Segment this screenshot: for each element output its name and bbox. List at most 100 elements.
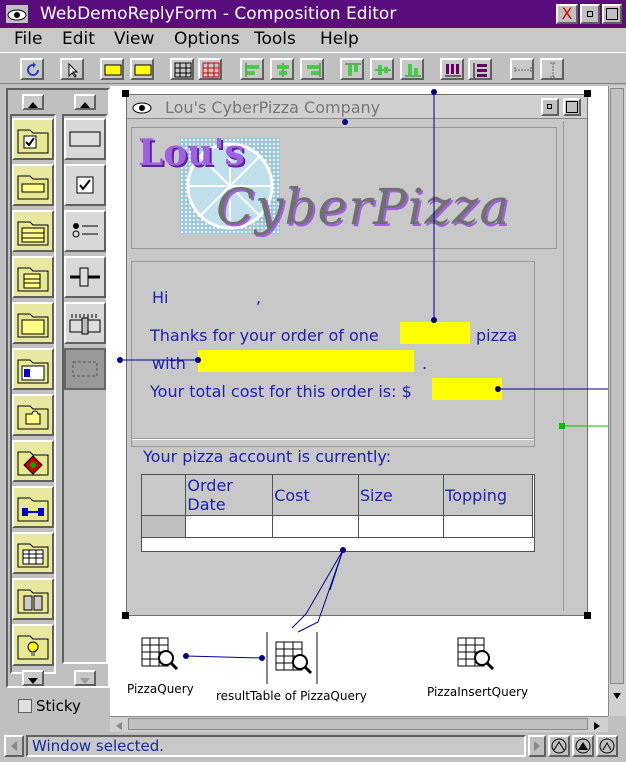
sticky-checkbox[interactable] <box>18 699 32 713</box>
header-order-date[interactable]: Order Date <box>185 475 274 516</box>
order-panel[interactable]: Hi , Thanks for your order of one pizza … <box>131 261 535 447</box>
canvas-hscroll[interactable] <box>110 716 608 732</box>
pizza-insert-query-label: PizzaInsertQuery <box>427 685 529 699</box>
category-table-icon[interactable] <box>12 348 54 390</box>
vscroll-thumb[interactable] <box>610 88 624 684</box>
part-pushbutton-icon[interactable] <box>64 118 106 160</box>
category-frame-icon[interactable] <box>12 302 54 344</box>
period-label: . <box>422 354 428 373</box>
logo-panel[interactable]: Lou's CyberPizza <box>131 127 557 249</box>
menu-edit[interactable]: Edit <box>62 29 95 49</box>
selection-handle[interactable] <box>584 612 591 619</box>
status-prev-icon[interactable] <box>4 735 24 757</box>
category-connection-icon[interactable] <box>12 486 54 528</box>
selection-handle[interactable] <box>122 612 129 619</box>
pizza-size-field[interactable] <box>400 322 470 344</box>
canvas-vscroll[interactable] <box>608 86 626 716</box>
align-left-icon[interactable] <box>240 58 264 80</box>
align-top-icon[interactable] <box>340 58 364 80</box>
header-size[interactable]: Size <box>357 475 445 516</box>
form-minimize-icon[interactable] <box>541 98 559 116</box>
refresh-icon[interactable] <box>20 58 44 80</box>
pointer-icon[interactable] <box>60 58 84 80</box>
part-checkbox-icon[interactable] <box>64 164 106 206</box>
minimize-icon[interactable] <box>580 4 600 24</box>
table-corner-cell <box>142 475 187 516</box>
logo-lous-text: Lou's <box>138 132 245 174</box>
same-width-icon[interactable] <box>510 58 534 80</box>
window-title: WebDemoReplyForm - Composition Editor <box>40 4 397 24</box>
menu-options[interactable]: Options <box>174 29 240 49</box>
total-cost-field[interactable] <box>432 378 502 400</box>
tear-right-icon[interactable] <box>130 58 154 80</box>
account-label: Your pizza account is currently: <box>143 447 392 466</box>
toolbar <box>0 52 626 84</box>
pizza-label: pizza <box>476 326 518 345</box>
category-entry-icon[interactable] <box>12 164 54 206</box>
align-bottom-icon[interactable] <box>400 58 424 80</box>
part-scale-icon[interactable] <box>64 302 106 344</box>
menu-bar: File Edit View Options Tools Help <box>0 28 626 52</box>
status-text: Window selected. <box>32 737 164 755</box>
palette-scroll-down-right-icon[interactable] <box>74 670 96 686</box>
form-titlebar: Lou's CyberPizza Company <box>127 95 587 119</box>
form-eye-icon <box>131 98 153 120</box>
distribute-horizontal-icon[interactable] <box>440 58 464 80</box>
maximize-icon[interactable] <box>602 4 622 24</box>
close-icon[interactable]: X <box>556 4 578 24</box>
menu-tools[interactable]: Tools <box>254 29 296 49</box>
palette-scroll-up-icon[interactable] <box>22 94 44 110</box>
form-maximize-icon[interactable] <box>563 98 581 116</box>
status-text-field: Window selected. <box>26 735 526 757</box>
hscroll-thumb[interactable] <box>128 718 588 730</box>
category-listbox-icon[interactable] <box>12 256 54 298</box>
selection-handle[interactable] <box>122 90 129 97</box>
name-comma-label: , <box>256 288 262 307</box>
scroll-down-icon[interactable] <box>610 688 624 704</box>
pizza-insert-query-icon[interactable] <box>456 636 496 676</box>
thanks-label: Thanks for your order of one <box>150 326 379 345</box>
category-graphics-icon[interactable] <box>12 440 54 482</box>
logo-cyberpizza-text: CyberPizza <box>216 178 511 236</box>
toppings-field[interactable] <box>198 350 414 372</box>
form-window[interactable]: Lou's CyberPizza Company Lou's CyberPizz… <box>126 94 588 616</box>
part-slider-icon[interactable] <box>64 256 106 298</box>
tear-left-icon[interactable] <box>100 58 124 80</box>
same-height-icon[interactable] <box>540 58 564 80</box>
align-right-icon[interactable] <box>300 58 324 80</box>
status-tool-3-icon[interactable] <box>596 735 618 757</box>
table-hscroll[interactable] <box>142 537 534 551</box>
distribute-vertical-icon[interactable] <box>468 58 492 80</box>
menu-help[interactable]: Help <box>320 29 359 49</box>
category-puzzle-icon[interactable] <box>12 394 54 436</box>
form-right-gutter <box>563 121 583 611</box>
category-form-icon[interactable] <box>12 118 54 160</box>
header-topping[interactable]: Topping <box>443 475 533 516</box>
app-eye-icon[interactable] <box>6 5 28 23</box>
part-radiobutton-icon[interactable] <box>64 210 106 252</box>
palette-scroll-down-icon[interactable] <box>22 670 44 686</box>
result-table-icon[interactable] <box>266 632 318 684</box>
pizza-query-icon[interactable] <box>140 636 180 676</box>
header-cost[interactable]: Cost <box>272 475 359 516</box>
selection-handle[interactable] <box>584 90 591 97</box>
menu-file[interactable]: File <box>14 29 42 49</box>
category-lightbulb-icon[interactable] <box>12 624 54 666</box>
status-tool-1-icon[interactable] <box>548 735 570 757</box>
hi-label: Hi <box>152 288 169 307</box>
status-bar: Window selected. <box>0 732 626 762</box>
align-middle-icon[interactable] <box>370 58 394 80</box>
category-data-icon[interactable] <box>12 578 54 620</box>
menu-view[interactable]: View <box>114 29 154 49</box>
grid-icon[interactable] <box>170 58 194 80</box>
category-grid-icon[interactable] <box>12 532 54 574</box>
account-table[interactable]: Order Date Cost Size Topping <box>141 474 535 552</box>
palette-scroll-up-right-icon[interactable] <box>74 94 96 110</box>
align-center-icon[interactable] <box>270 58 294 80</box>
status-tool-2-icon[interactable] <box>572 735 594 757</box>
category-list-icon[interactable] <box>12 210 54 252</box>
total-cost-label: Your total cost for this order is: $ <box>150 382 412 401</box>
snap-grid-icon[interactable] <box>198 58 222 80</box>
part-selection-icon[interactable] <box>64 348 106 390</box>
status-next-icon[interactable] <box>528 735 546 757</box>
